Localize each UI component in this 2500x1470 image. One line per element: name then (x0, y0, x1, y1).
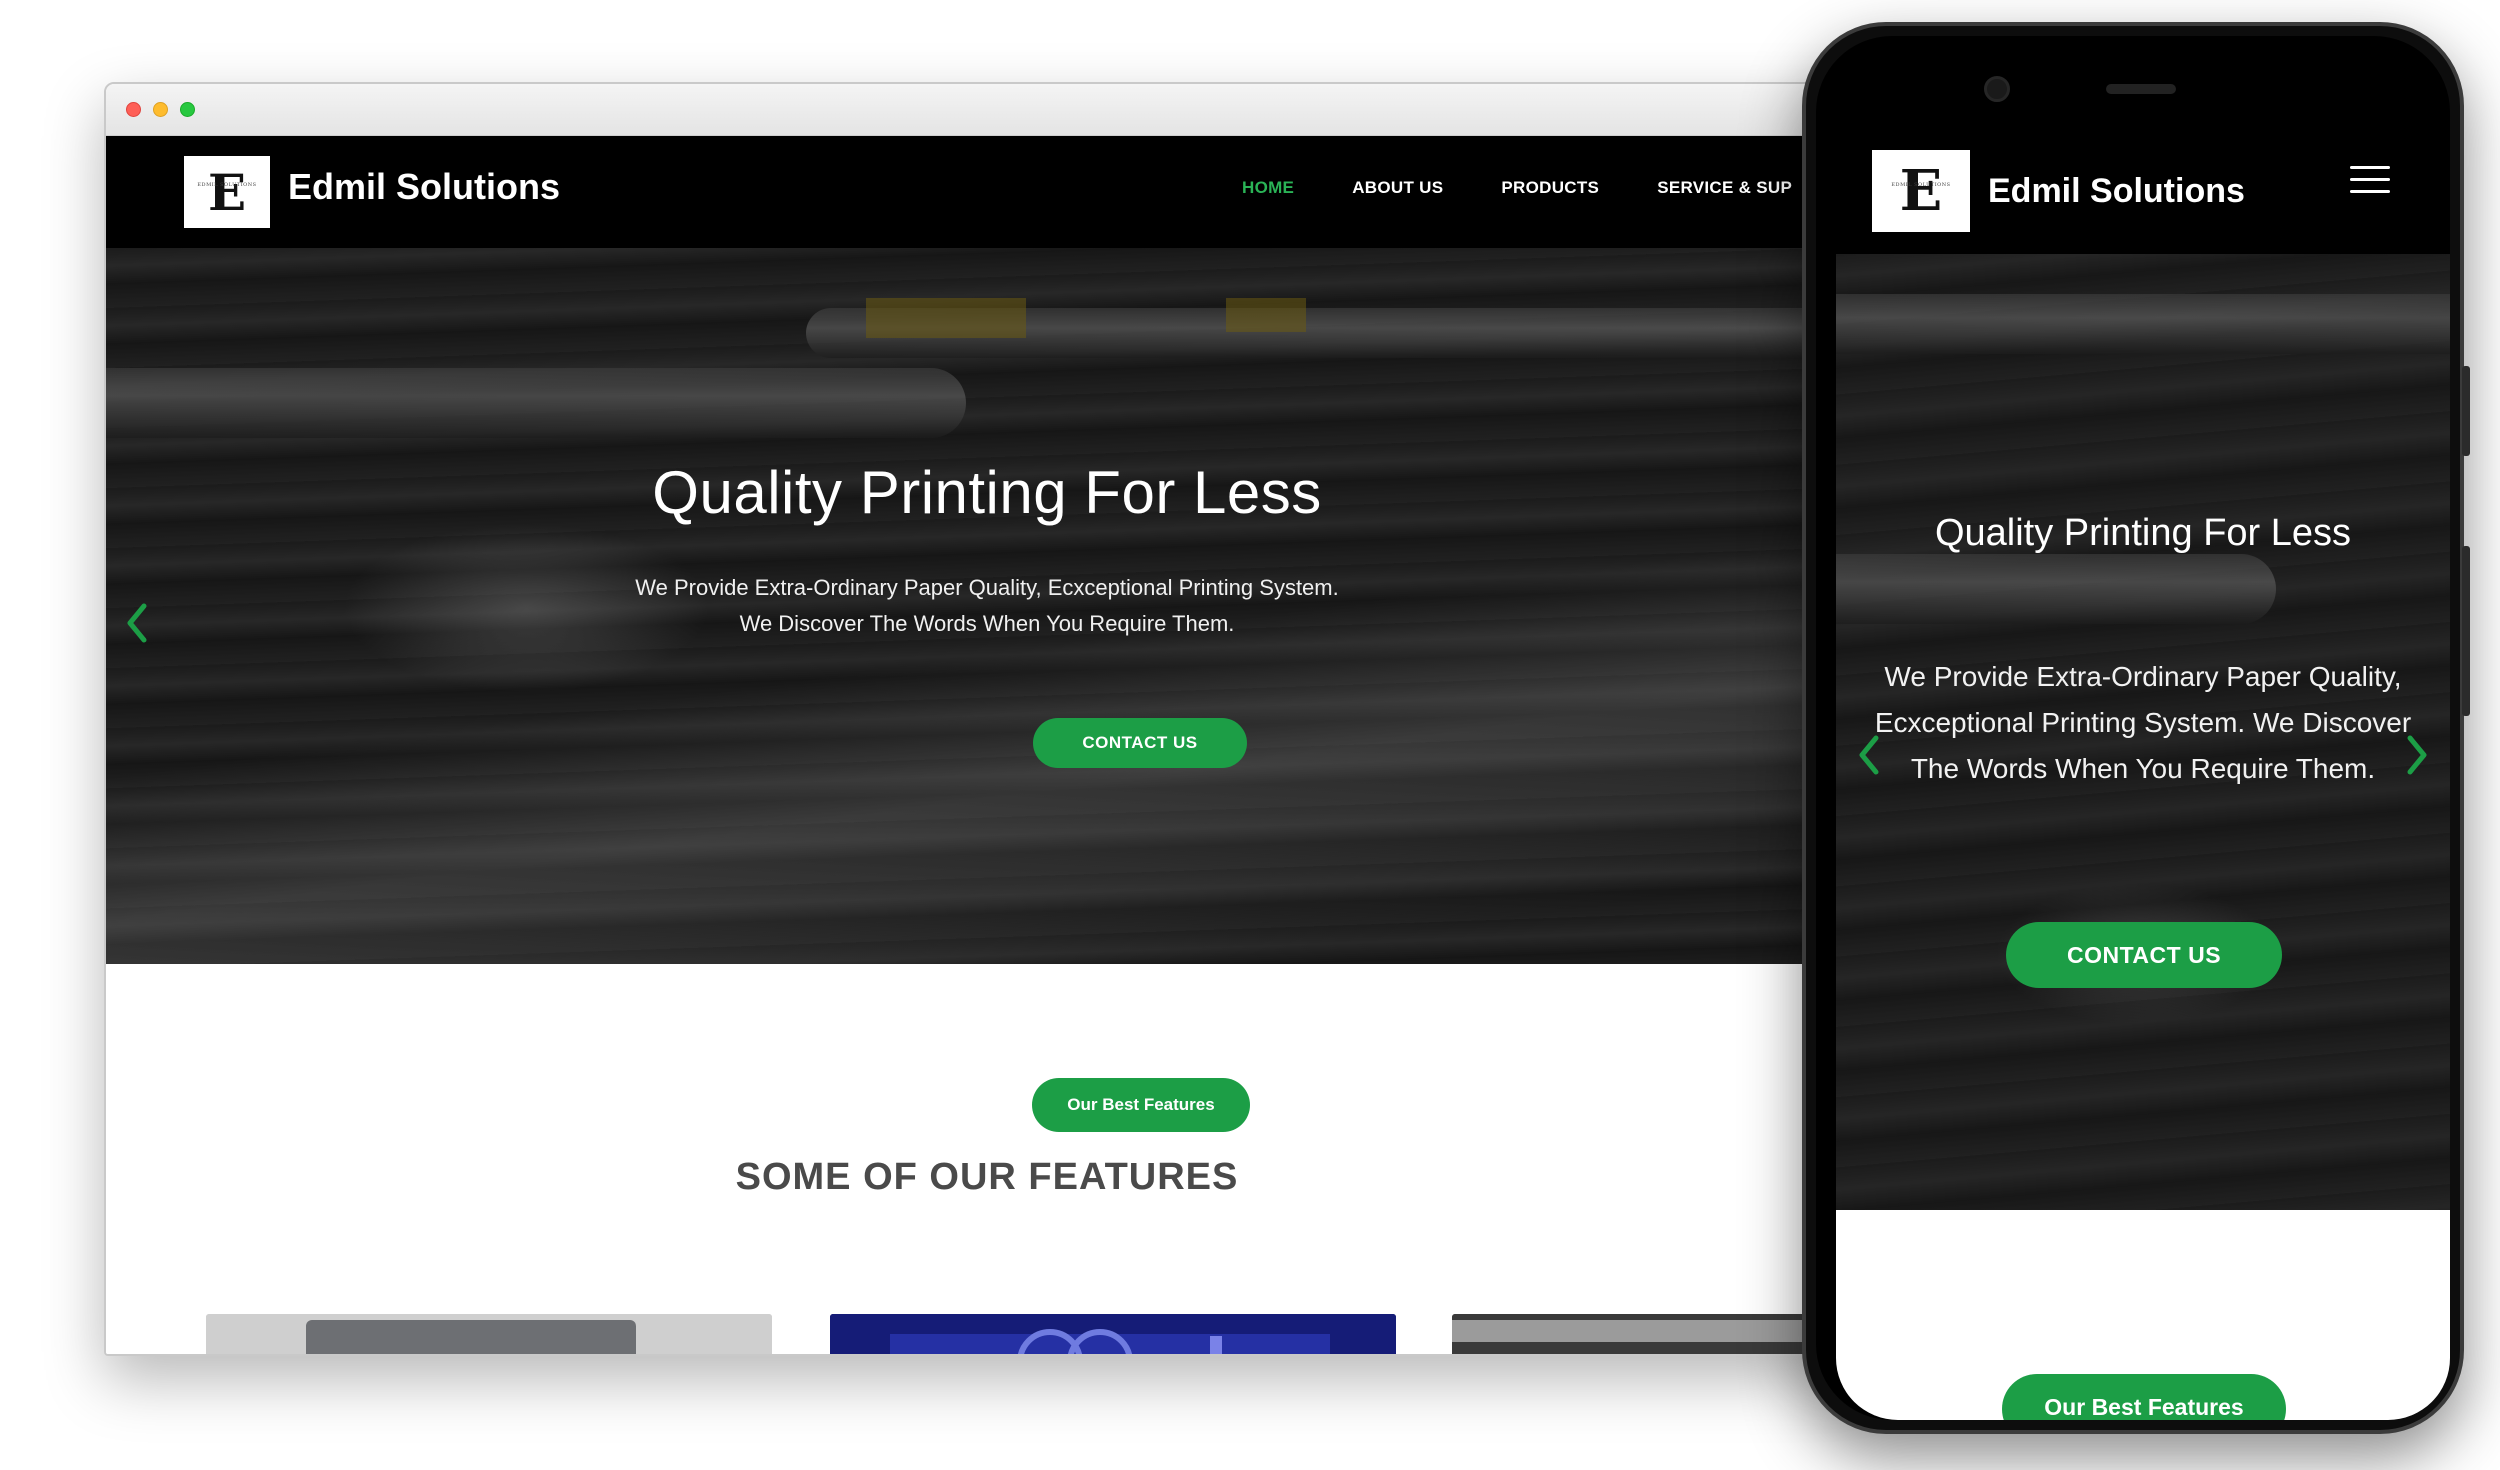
chevron-left-icon[interactable] (1854, 730, 1884, 780)
hamburger-line (2350, 166, 2390, 169)
mobile-phone-mockup: E EDMIL SOLUTIONS Edmil Solutions Qualit… (1802, 22, 2470, 1434)
mobile-hero-slider: Quality Printing For Less We Provide Ext… (1836, 254, 2450, 1210)
phone-volume-button (2462, 366, 2470, 456)
desktop-hero-slider: Quality Printing For Less We Provide Ext… (106, 248, 1868, 964)
hero-subtitle-line: We Discover The Words When You Require T… (739, 611, 1235, 636)
hamburger-line (2350, 190, 2390, 193)
nav-item-products[interactable]: PRODUCTS (1501, 178, 1599, 198)
hero-title: Quality Printing For Less (652, 459, 1322, 526)
features-badge: Our Best Features (2002, 1374, 2286, 1420)
window-minimize-button[interactable] (153, 102, 168, 117)
desktop-viewport: E EDMIL SOLUTIONS Edmil Solutions HOME A… (106, 136, 1868, 1354)
hero-subtitle: We Provide Extra-Ordinary Paper Quality,… (106, 570, 1868, 642)
hamburger-menu-icon[interactable] (2350, 166, 2390, 196)
window-zoom-button[interactable] (180, 102, 195, 117)
features-title: SOME OF OUR FEATURES (735, 1156, 1239, 1198)
phone-speaker (2106, 84, 2176, 94)
hamburger-line (2350, 178, 2390, 181)
phone-bezel: E EDMIL SOLUTIONS Edmil Solutions Qualit… (1816, 36, 2450, 1420)
window-close-button[interactable] (126, 102, 141, 117)
brand-name[interactable]: Edmil Solutions (1988, 172, 2245, 211)
hero-subtitle: We Provide Extra-Ordinary Paper Quality,… (1874, 661, 2412, 784)
brand-name[interactable]: Edmil Solutions (288, 166, 560, 208)
mobile-screen: E EDMIL SOLUTIONS Edmil Solutions Qualit… (1836, 120, 2450, 1420)
phone-camera (1984, 76, 2010, 102)
desktop-nav-menu: HOME ABOUT US PRODUCTS SERVICE & SUP (1242, 178, 1850, 198)
machine-image (830, 1314, 1396, 1354)
brand-logo[interactable]: E EDMIL SOLUTIONS (1872, 150, 1970, 232)
mobile-navbar: E EDMIL SOLUTIONS Edmil Solutions (1836, 120, 2450, 254)
browser-title-bar (106, 84, 1868, 136)
chevron-left-icon[interactable] (122, 598, 152, 648)
logo-letter: E (207, 162, 247, 222)
printer-image (206, 1314, 772, 1354)
nav-item-service-support[interactable]: SERVICE & SUP (1657, 178, 1792, 198)
features-badge: Our Best Features (1032, 1078, 1250, 1132)
hero-subtitle-line: We Provide Extra-Ordinary Paper Quality,… (635, 575, 1339, 600)
feature-card-machine[interactable] (830, 1314, 1396, 1354)
logo-small-text: EDMIL SOLUTIONS (197, 182, 257, 188)
nav-item-about-us[interactable]: ABOUT US (1352, 178, 1443, 198)
phone-power-button (2462, 546, 2470, 716)
nav-item-home[interactable]: HOME (1242, 178, 1294, 198)
logo-small-text: EDMIL SOLUTIONS (1891, 182, 1951, 188)
brand-logo[interactable]: E EDMIL SOLUTIONS (184, 156, 270, 228)
desktop-navbar: E EDMIL SOLUTIONS Edmil Solutions HOME A… (106, 136, 1868, 248)
contact-us-button[interactable]: CONTACT US (2006, 922, 2282, 988)
hero-title: Quality Printing For Less (1934, 512, 2352, 554)
desktop-browser-window: E EDMIL SOLUTIONS Edmil Solutions HOME A… (104, 82, 1870, 1356)
chevron-right-icon[interactable] (2402, 730, 2432, 780)
logo-letter: E (1899, 158, 1943, 224)
feature-card-printer[interactable] (206, 1314, 772, 1354)
contact-us-button[interactable]: CONTACT US (1033, 718, 1247, 768)
